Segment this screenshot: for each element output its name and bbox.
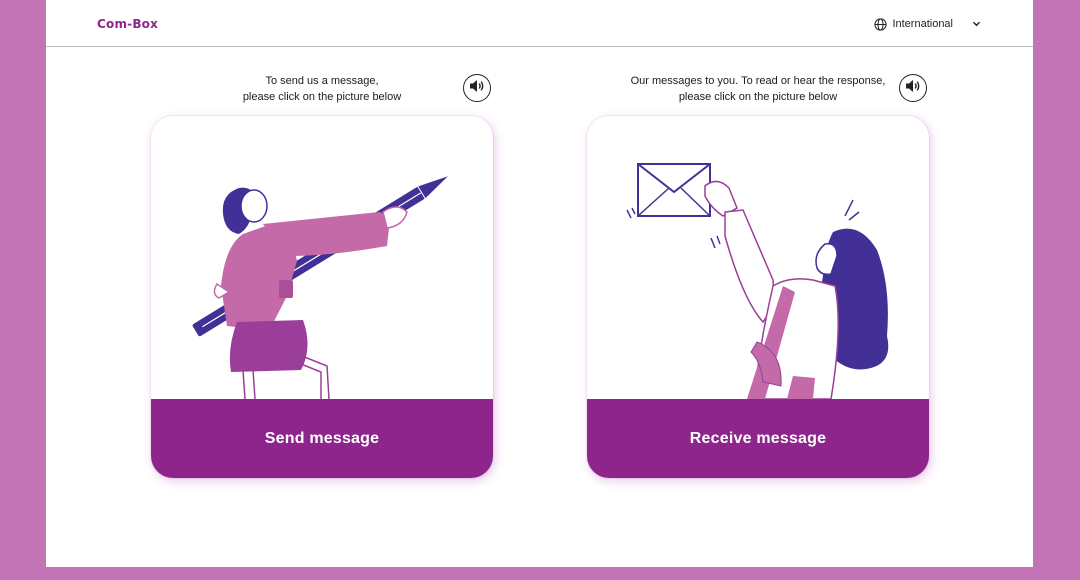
person-with-pencil-illustration (192, 176, 448, 399)
receive-audio-button[interactable] (899, 74, 927, 102)
page: Com-Box International To send us a messa… (46, 0, 1033, 567)
globe-icon (874, 17, 888, 31)
speaker-icon (469, 79, 485, 98)
receive-message-button[interactable]: Receive message (587, 399, 929, 478)
language-selector[interactable]: International (874, 16, 981, 32)
chevron-down-icon (972, 21, 981, 27)
top-bar: Com-Box International (46, 0, 1033, 47)
send-instruction-line1: To send us a message, (265, 75, 379, 87)
send-audio-button[interactable] (463, 74, 491, 102)
receive-instruction-line2: please click on the picture below (678, 91, 838, 103)
language-label: International (892, 18, 953, 30)
speaker-icon (905, 79, 921, 98)
send-instruction-line2: please click on the picture below (242, 91, 402, 103)
receive-instruction: Our messages to you. To read or hear the… (618, 73, 898, 105)
send-message-card[interactable]: Send message (151, 116, 493, 478)
receive-instruction-line1: Our messages to you. To read or hear the… (630, 75, 886, 87)
send-instruction: To send us a message, please click on th… (224, 73, 420, 105)
receive-message-label: Receive message (689, 429, 827, 447)
send-message-button[interactable]: Send message (151, 399, 493, 478)
logo[interactable]: Com-Box (97, 17, 158, 31)
send-message-label: Send message (264, 429, 380, 447)
receive-message-card[interactable]: Receive message (587, 116, 929, 478)
person-with-envelope-illustration (626, 163, 889, 399)
